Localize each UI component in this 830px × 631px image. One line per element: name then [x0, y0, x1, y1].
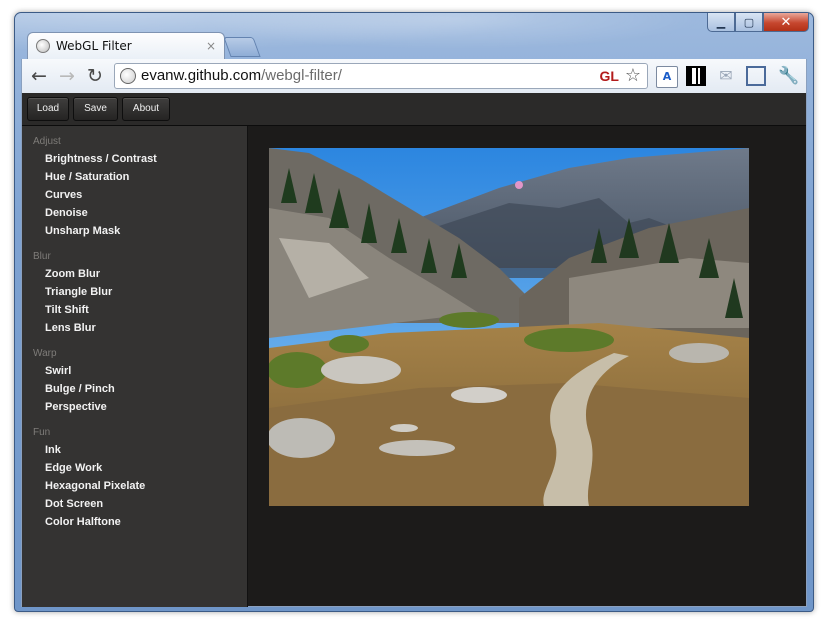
tab-close-icon[interactable]: × — [206, 39, 216, 53]
page-globe-icon — [120, 68, 136, 84]
maximize-button[interactable]: ▢ — [735, 13, 763, 32]
filter-hue-saturation[interactable]: Hue / Saturation — [33, 168, 157, 186]
filter-lens-blur[interactable]: Lens Blur — [33, 319, 112, 337]
reload-button[interactable]: ↻ — [84, 65, 106, 87]
browser-toolbar: ← → ↻ evanw.github.com/webgl-filter/ GL … — [21, 59, 807, 93]
filter-color-halftone[interactable]: Color Halftone — [33, 513, 145, 531]
filter-curves[interactable]: Curves — [33, 186, 157, 204]
filter-group-warp: Warp Swirl Bulge / Pinch Perspective — [33, 346, 115, 416]
landscape-photo — [269, 148, 749, 506]
wrench-icon[interactable]: 🔧 — [778, 66, 799, 86]
bookmark-star-icon[interactable]: ☆ — [625, 65, 641, 86]
filter-triangle-blur[interactable]: Triangle Blur — [33, 283, 112, 301]
canvas-area — [248, 126, 806, 607]
back-button[interactable]: ← — [28, 65, 50, 87]
url-text[interactable]: evanw.github.com/webgl-filter/ — [141, 67, 342, 84]
load-button[interactable]: Load — [27, 97, 69, 121]
reload-icon: ↻ — [87, 65, 103, 87]
webgl-badge-icon[interactable]: GL — [600, 68, 619, 84]
group-title: Blur — [33, 251, 51, 262]
fullscreen-icon[interactable] — [746, 66, 766, 86]
filter-dot-screen[interactable]: Dot Screen — [33, 495, 145, 513]
filter-unsharp-mask[interactable]: Unsharp Mask — [33, 222, 157, 240]
group-title: Fun — [33, 427, 51, 438]
filter-brightness-contrast[interactable]: Brightness / Contrast — [33, 150, 157, 168]
mail-icon[interactable]: ✉ — [716, 66, 736, 86]
address-bar[interactable]: evanw.github.com/webgl-filter/ GL ☆ — [114, 63, 648, 89]
minimize-icon: ▁ — [716, 15, 726, 29]
browser-window: ▁ ▢ ✕ WebGL Filter × ← → ↻ evanw.github.… — [14, 12, 814, 612]
app-menubar: Load Save About — [22, 93, 806, 126]
minimize-button[interactable]: ▁ — [707, 13, 735, 32]
tab-title: WebGL Filter — [56, 39, 132, 53]
url-host: evanw.github.com — [141, 67, 262, 84]
globe-icon — [36, 39, 50, 53]
forward-button[interactable]: → — [56, 65, 78, 87]
caption-buttons: ▁ ▢ ✕ — [707, 13, 809, 32]
filter-group-fun: Fun Ink Edge Work Hexagonal Pixelate Dot… — [33, 425, 145, 531]
close-icon: ✕ — [780, 14, 792, 30]
group-title: Adjust — [33, 136, 61, 147]
url-path: /webgl-filter/ — [261, 67, 342, 84]
filter-zoom-blur[interactable]: Zoom Blur — [33, 265, 112, 283]
back-arrow-icon: ← — [31, 65, 47, 87]
page-content: Load Save About Adjust Brightness / Cont… — [21, 93, 807, 607]
maximize-icon: ▢ — [743, 15, 755, 29]
filter-sidebar: Adjust Brightness / Contrast Hue / Satur… — [22, 126, 248, 607]
group-title: Warp — [33, 348, 57, 359]
filter-tilt-shift[interactable]: Tilt Shift — [33, 301, 112, 319]
filter-group-blur: Blur Zoom Blur Triangle Blur Tilt Shift … — [33, 249, 112, 337]
close-button[interactable]: ✕ — [763, 13, 809, 32]
save-button[interactable]: Save — [73, 97, 118, 121]
filter-perspective[interactable]: Perspective — [33, 398, 115, 416]
photo-canvas[interactable] — [269, 148, 749, 506]
tab-webgl-filter[interactable]: WebGL Filter × — [27, 32, 225, 59]
forward-arrow-icon: → — [59, 65, 75, 87]
filter-bulge-pinch[interactable]: Bulge / Pinch — [33, 380, 115, 398]
filter-group-adjust: Adjust Brightness / Contrast Hue / Satur… — [33, 134, 157, 240]
about-button[interactable]: About — [122, 97, 170, 121]
filter-hexagonal-pixelate[interactable]: Hexagonal Pixelate — [33, 477, 145, 495]
qr-code-icon[interactable] — [686, 66, 706, 86]
translate-icon[interactable]: A — [656, 66, 678, 88]
filter-denoise[interactable]: Denoise — [33, 204, 157, 222]
filter-ink[interactable]: Ink — [33, 441, 145, 459]
filter-swirl[interactable]: Swirl — [33, 362, 115, 380]
filter-edge-work[interactable]: Edge Work — [33, 459, 145, 477]
